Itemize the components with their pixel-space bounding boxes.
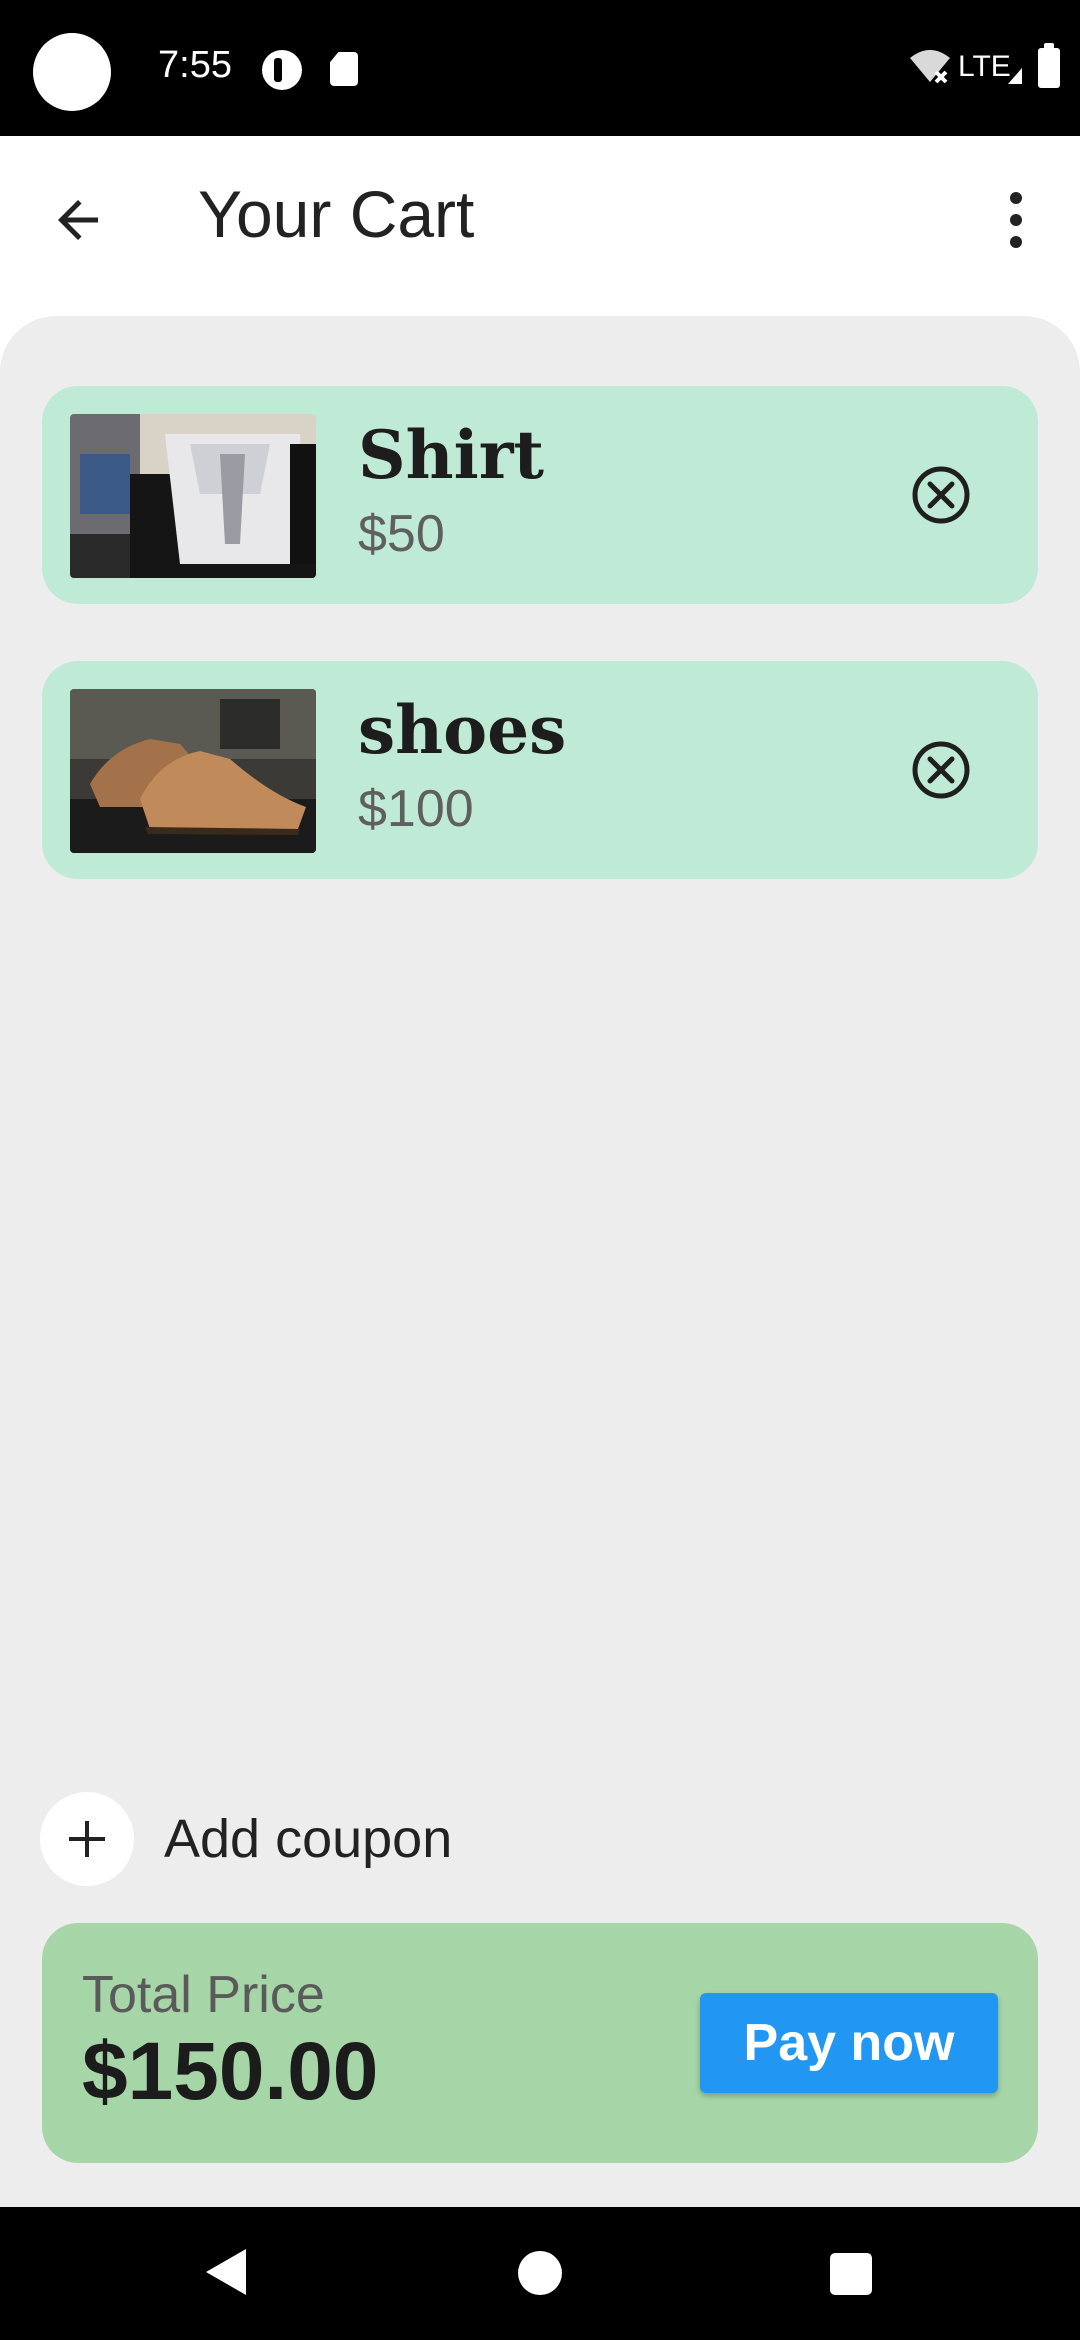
shirt-photo xyxy=(70,414,316,578)
total-price-label: Total Price xyxy=(82,1966,325,2024)
remove-circle-icon xyxy=(912,466,970,524)
signal-icon xyxy=(1008,68,1022,84)
nav-back-icon[interactable] xyxy=(204,2247,248,2297)
remove-circle-icon xyxy=(912,741,970,799)
overflow-menu-button[interactable] xyxy=(980,178,1052,262)
app-bar: Your Cart xyxy=(0,136,1080,316)
nav-home-icon[interactable] xyxy=(518,2251,562,2295)
plus-icon xyxy=(40,1792,134,1886)
total-price-value: $150.00 xyxy=(82,2026,379,2117)
item-price: $50 xyxy=(358,505,445,563)
nav-recents-icon[interactable] xyxy=(830,2253,872,2295)
system-nav-bar xyxy=(0,2207,1080,2340)
battery-icon xyxy=(1038,43,1060,88)
item-name: shoes xyxy=(358,691,567,769)
total-panel: Total Price $150.00 Pay now xyxy=(42,1923,1038,2163)
notification-app-icon xyxy=(262,50,302,90)
network-type: LTE xyxy=(958,50,1011,83)
add-coupon-label: Add coupon xyxy=(164,1809,453,1869)
more-vert-icon xyxy=(1010,192,1022,248)
back-button[interactable] xyxy=(36,178,120,262)
shoes-photo xyxy=(70,689,316,853)
arrow-back-icon xyxy=(58,200,98,240)
remove-item-button[interactable] xyxy=(908,462,974,528)
page-title: Your Cart xyxy=(198,177,475,251)
cart-item[interactable]: shoes $100 xyxy=(42,661,1038,879)
cart-item[interactable]: Shirt $50 xyxy=(42,386,1038,604)
status-bar: 7:55 LTE xyxy=(0,0,1080,136)
pay-now-button[interactable]: Pay now xyxy=(700,1993,998,2093)
sd-card-icon xyxy=(330,52,358,86)
status-time: 7:55 xyxy=(158,44,232,86)
cart-content: Shirt $50 shoes $100 Add coupon Total Pr… xyxy=(0,316,1080,2207)
wifi-off-icon xyxy=(910,50,950,84)
item-price: $100 xyxy=(358,780,474,838)
add-coupon-button[interactable]: Add coupon xyxy=(40,1791,452,1887)
app-screen: Your Cart Shirt $50 shoes $100 Add coupo… xyxy=(0,136,1080,2207)
camera-cutout xyxy=(33,33,111,111)
item-name: Shirt xyxy=(358,416,544,494)
remove-item-button[interactable] xyxy=(908,737,974,803)
